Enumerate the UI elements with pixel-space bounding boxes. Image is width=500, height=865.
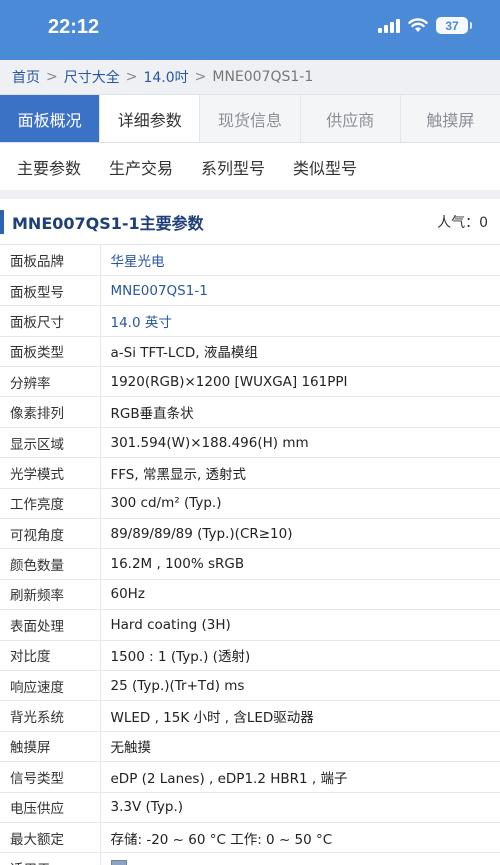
spec-table: 面板品牌 华星光电 面板型号 MNE007QS1-1 面板尺寸 14.0 英寸 面板类…: [0, 245, 500, 865]
tab-touchscreen[interactable]: 触摸屏: [400, 95, 500, 142]
row-value: WLED , 15K 小时 , 含LED驱动器: [100, 700, 500, 732]
row-label: 可视角度: [0, 518, 101, 550]
section-divider: [0, 190, 500, 199]
row-label: 背光系统: [0, 700, 101, 732]
subtab-series-models[interactable]: 系列型号: [201, 155, 265, 179]
table-row: 颜色数量 16.2M , 100% sRGB: [0, 548, 500, 580]
row-value: 16.2M , 100% sRGB: [100, 548, 500, 580]
section-title: MNE007QS1-1主要参数: [12, 213, 204, 233]
table-row: 适用于: [0, 852, 500, 865]
status-time: 22:12: [48, 16, 100, 38]
row-value: 3.3V (Typ.): [100, 792, 500, 823]
row-label: 像素排列: [0, 396, 101, 428]
status-icons: 37: [378, 17, 472, 34]
popularity-count: 人气：0: [437, 214, 488, 231]
cellular-signal-icon: [378, 18, 400, 33]
row-value: 1920(RGB)×1200 [WUXGA] 161PPI: [100, 366, 500, 398]
row-label: 表面处理: [0, 609, 101, 641]
table-row: 工作亮度 300 cd/m² (Typ.): [0, 488, 500, 520]
table-row: 表面处理 Hard coating (3H): [0, 609, 500, 641]
row-value: RGB垂直条状: [100, 396, 500, 428]
row-label: 颜色数量: [0, 548, 101, 580]
section-header: MNE007QS1-1主要参数 人气：0: [0, 199, 500, 245]
table-row: 可视角度 89/89/89/89 (Typ.)(CR≥10): [0, 518, 500, 550]
breadcrumb-current: MNE007QS1-1: [212, 69, 314, 85]
table-row: 面板型号 MNE007QS1-1: [0, 275, 500, 307]
row-value: FFS, 常黑显示, 透射式: [100, 457, 500, 489]
row-label: 光学模式: [0, 457, 101, 489]
status-bar: 22:12 37: [0, 0, 500, 60]
row-value: 无触摸: [100, 731, 500, 763]
row-label: 面板类型: [0, 336, 101, 368]
table-row: 光学模式 FFS, 常黑显示, 透射式: [0, 457, 500, 489]
table-row: 面板类型 a-Si TFT-LCD, 液晶模组: [0, 336, 500, 368]
subtab-similar-models[interactable]: 类似型号: [293, 155, 357, 179]
row-value: 60Hz: [100, 579, 500, 611]
application-thumbnail-icon[interactable]: [110, 860, 127, 865]
tab-stock-info[interactable]: 现货信息: [200, 95, 301, 142]
row-label: 工作亮度: [0, 488, 101, 520]
table-row: 分辨率 1920(RGB)×1200 [WUXGA] 161PPI: [0, 366, 500, 398]
tab-panel-overview[interactable]: 面板概况: [0, 95, 101, 142]
row-value: a-Si TFT-LCD, 液晶模组: [100, 336, 500, 368]
row-label: 信号类型: [0, 761, 101, 793]
table-row: 面板尺寸 14.0 英寸: [0, 305, 500, 337]
table-row: 显示区域 301.594(W)×188.496(H) mm: [0, 427, 500, 459]
subtab-production-trade[interactable]: 生产交易: [109, 155, 173, 179]
sub-tabs: 主要参数 生产交易 系列型号 类似型号: [0, 143, 500, 190]
table-row: 对比度 1500 : 1 (Typ.) (透射): [0, 640, 500, 671]
row-value-brand[interactable]: 华星光电: [100, 245, 500, 276]
row-value-model[interactable]: MNE007QS1-1: [100, 275, 500, 307]
breadcrumb-size[interactable]: 14.0吋: [143, 67, 188, 87]
row-label: 电压供应: [0, 792, 101, 823]
row-value: 存储: -20 ~ 60 °C 工作: 0 ~ 50 °C: [100, 822, 500, 854]
table-row: 背光系统 WLED , 15K 小时 , 含LED驱动器: [0, 700, 500, 732]
table-row: 刷新频率 60Hz: [0, 579, 500, 611]
row-value: 1500 : 1 (Typ.) (透射): [100, 640, 500, 671]
row-label: 面板型号: [0, 275, 101, 307]
tab-detailed-params[interactable]: 详细参数: [100, 95, 201, 142]
row-label: 对比度: [0, 640, 101, 671]
table-row: 响应速度 25 (Typ.)(Tr+Td) ms: [0, 670, 500, 702]
row-label: 分辨率: [0, 366, 101, 398]
breadcrumb-separator: >: [46, 69, 58, 85]
row-label: 面板品牌: [0, 245, 101, 276]
table-row: 像素排列 RGB垂直条状: [0, 396, 500, 428]
table-row: 触摸屏 无触摸: [0, 731, 500, 763]
table-row: 信号类型 eDP (2 Lanes) , eDP1.2 HBR1 , 端子: [0, 761, 500, 793]
breadcrumb: 首页 > 尺寸大全 > 14.0吋 > MNE007QS1-1: [0, 60, 500, 95]
row-label: 触摸屏: [0, 731, 101, 763]
row-label: 刷新频率: [0, 579, 101, 611]
table-row: 电压供应 3.3V (Typ.): [0, 792, 500, 823]
wifi-icon: [408, 18, 428, 32]
row-value: 301.594(W)×188.496(H) mm: [100, 427, 500, 459]
row-value: 300 cd/m² (Typ.): [100, 488, 500, 520]
breadcrumb-size-list[interactable]: 尺寸大全: [64, 67, 120, 87]
subtab-main-params[interactable]: 主要参数: [17, 155, 81, 179]
main-tabs: 面板概况 详细参数 现货信息 供应商 触摸屏: [0, 95, 500, 143]
row-label: 响应速度: [0, 670, 101, 702]
breadcrumb-separator: >: [194, 69, 207, 85]
row-value: 89/89/89/89 (Typ.)(CR≥10): [100, 518, 500, 550]
row-label: 面板尺寸: [0, 305, 101, 337]
table-row: 面板品牌 华星光电: [0, 245, 500, 276]
row-value: Hard coating (3H): [100, 609, 500, 641]
row-label: 最大额定: [0, 822, 101, 854]
row-value-applications: [100, 852, 500, 865]
row-label: 显示区域: [0, 427, 101, 459]
breadcrumb-home[interactable]: 首页: [12, 67, 40, 87]
battery-level: 37: [445, 18, 459, 33]
row-label: 适用于: [0, 852, 101, 865]
row-value: eDP (2 Lanes) , eDP1.2 HBR1 , 端子: [100, 761, 500, 793]
tab-suppliers[interactable]: 供应商: [300, 95, 401, 142]
battery-icon: 37: [436, 17, 472, 34]
row-value-size[interactable]: 14.0 英寸: [100, 305, 500, 337]
row-value: 25 (Typ.)(Tr+Td) ms: [100, 670, 500, 702]
table-row: 最大额定 存储: -20 ~ 60 °C 工作: 0 ~ 50 °C: [0, 822, 500, 854]
breadcrumb-separator: >: [125, 69, 138, 85]
